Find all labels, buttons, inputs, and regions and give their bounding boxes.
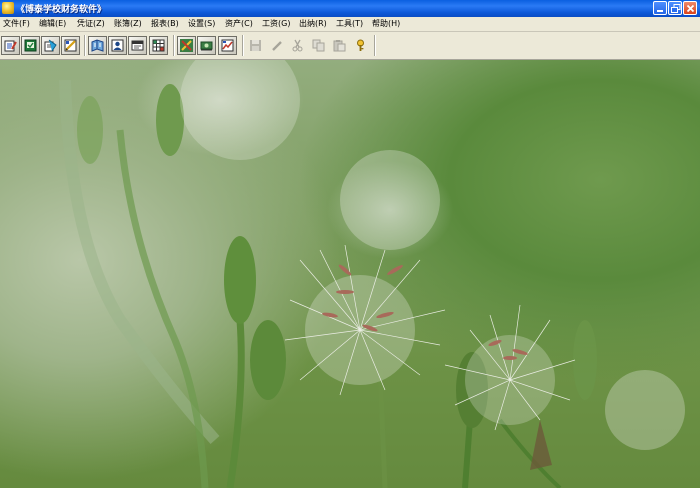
voucher-edit-button[interactable] <box>61 36 80 55</box>
dandelion-illustration <box>59 60 685 488</box>
menu-edit[interactable]: 编辑(E) <box>39 18 66 30</box>
copy-icon <box>312 39 325 52</box>
cash-button[interactable] <box>197 36 216 55</box>
menu-cashier[interactable]: 出纳(R) <box>299 18 327 30</box>
close-icon <box>686 4 695 13</box>
close-button[interactable] <box>683 1 697 15</box>
voucher-post-icon <box>44 39 57 52</box>
minimize-icon <box>657 10 663 12</box>
ledger-book-icon <box>91 39 104 52</box>
menu-payroll[interactable]: 工资(G) <box>262 18 290 30</box>
menu-assets[interactable]: 资产(C) <box>225 18 253 30</box>
voucher-review-icon <box>24 39 37 52</box>
app-icon[interactable] <box>2 2 14 14</box>
app-window: 《博泰学校财务软件》 文件(F) 编辑(E) 凭证(Z) 账簿(Z) 报表(B)… <box>0 0 700 488</box>
cut-button[interactable] <box>288 36 307 55</box>
report-button[interactable] <box>128 36 147 55</box>
table-grid-button[interactable] <box>149 36 168 55</box>
tools-button[interactable] <box>177 36 196 55</box>
restore-icon <box>671 4 681 13</box>
table-grid-icon <box>152 39 165 52</box>
chart-report-icon <box>221 39 234 52</box>
toolbar-separator <box>84 35 86 56</box>
menu-bar: 文件(F) 编辑(E) 凭证(Z) 账簿(Z) 报表(B) 设置(S) 资产(C… <box>0 17 700 32</box>
pen-button[interactable] <box>268 36 287 55</box>
restore-button[interactable] <box>668 1 682 15</box>
menu-voucher[interactable]: 凭证(Z) <box>77 18 105 30</box>
user-card-button[interactable] <box>108 36 127 55</box>
help-key-icon <box>357 39 364 51</box>
menu-report[interactable]: 报表(B) <box>151 18 179 30</box>
voucher-post-button[interactable] <box>41 36 60 55</box>
paste-icon <box>333 40 346 52</box>
tools-icon <box>180 39 193 52</box>
voucher-entry-button[interactable] <box>1 36 20 55</box>
save-icon <box>250 40 261 51</box>
toolbar <box>0 32 700 60</box>
toolbar-separator <box>374 35 376 56</box>
menu-help[interactable]: 帮助(H) <box>372 18 400 30</box>
toolbar-separator <box>173 35 175 56</box>
cut-icon <box>292 39 303 52</box>
voucher-review-button[interactable] <box>21 36 40 55</box>
background-photo <box>0 60 700 488</box>
menu-file[interactable]: 文件(F) <box>3 18 30 30</box>
report-icon <box>131 40 144 51</box>
chart-report-button[interactable] <box>218 36 237 55</box>
voucher-edit-icon <box>64 39 77 52</box>
window-title: 《博泰学校财务软件》 <box>16 5 107 15</box>
paste-button[interactable] <box>330 36 349 55</box>
menu-ledger[interactable]: 账簿(Z) <box>114 18 142 30</box>
cash-icon <box>200 41 213 51</box>
toolbar-separator <box>242 35 244 56</box>
user-card-icon <box>111 39 124 52</box>
pen-icon <box>272 41 282 51</box>
minimize-button[interactable] <box>653 1 667 15</box>
menu-tools[interactable]: 工具(T) <box>336 18 363 30</box>
menu-settings[interactable]: 设置(S) <box>188 18 215 30</box>
title-bar[interactable]: 《博泰学校财务软件》 <box>0 0 700 17</box>
help-key-button[interactable] <box>351 36 370 55</box>
save-button[interactable] <box>246 36 265 55</box>
voucher-entry-icon <box>4 40 17 52</box>
ledger-book-button[interactable] <box>88 36 107 55</box>
copy-button[interactable] <box>309 36 328 55</box>
